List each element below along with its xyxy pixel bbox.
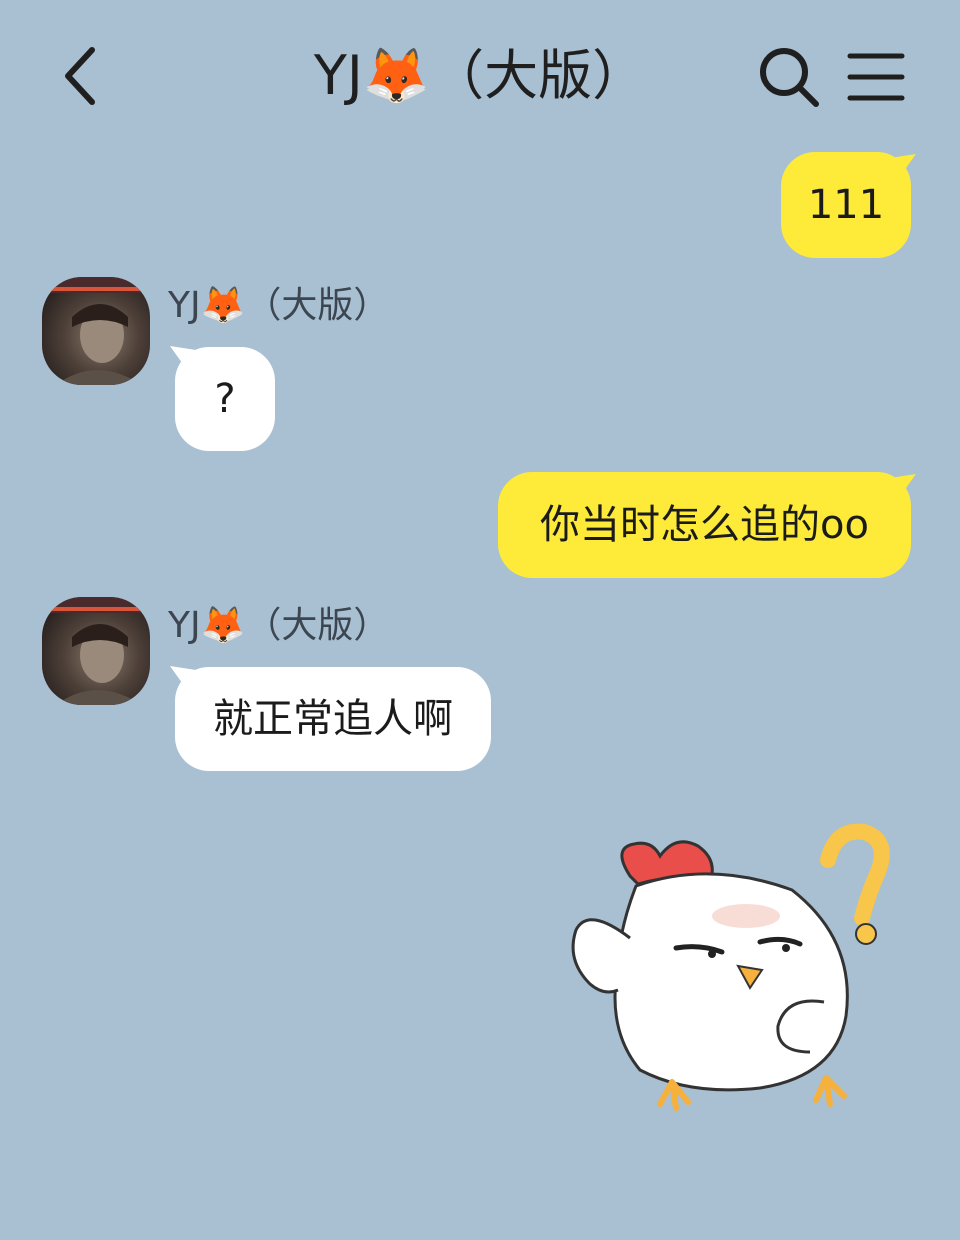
hamburger-menu-icon (847, 53, 905, 101)
contact-photo (42, 597, 150, 705)
their-message-bubble[interactable]: ? (175, 347, 275, 451)
chicken-sticker-image (571, 823, 890, 1111)
my-message-bubble[interactable]: 你当时怎么追的oo (498, 472, 911, 578)
chicken-question-sticker[interactable] (560, 820, 900, 1120)
my-message-bubble[interactable]: 111 (781, 152, 911, 258)
message-text: 就正常追人啊 (213, 696, 453, 742)
message-text: 你当时怎么追的oo (540, 502, 869, 548)
chat-header: YJ🦊（大版） (0, 0, 960, 150)
sender-name: YJ🦊（大版） (168, 605, 390, 646)
search-button[interactable] (756, 44, 822, 110)
their-message-bubble[interactable]: 就正常追人啊 (175, 667, 491, 771)
sender-name: YJ🦊（大版） (168, 285, 390, 326)
message-text: ? (214, 376, 236, 422)
avatar[interactable] (42, 597, 150, 705)
search-icon (760, 48, 819, 107)
menu-button[interactable] (846, 48, 906, 108)
message-text: 111 (807, 182, 885, 228)
contact-photo (42, 277, 150, 385)
avatar[interactable] (42, 277, 150, 385)
